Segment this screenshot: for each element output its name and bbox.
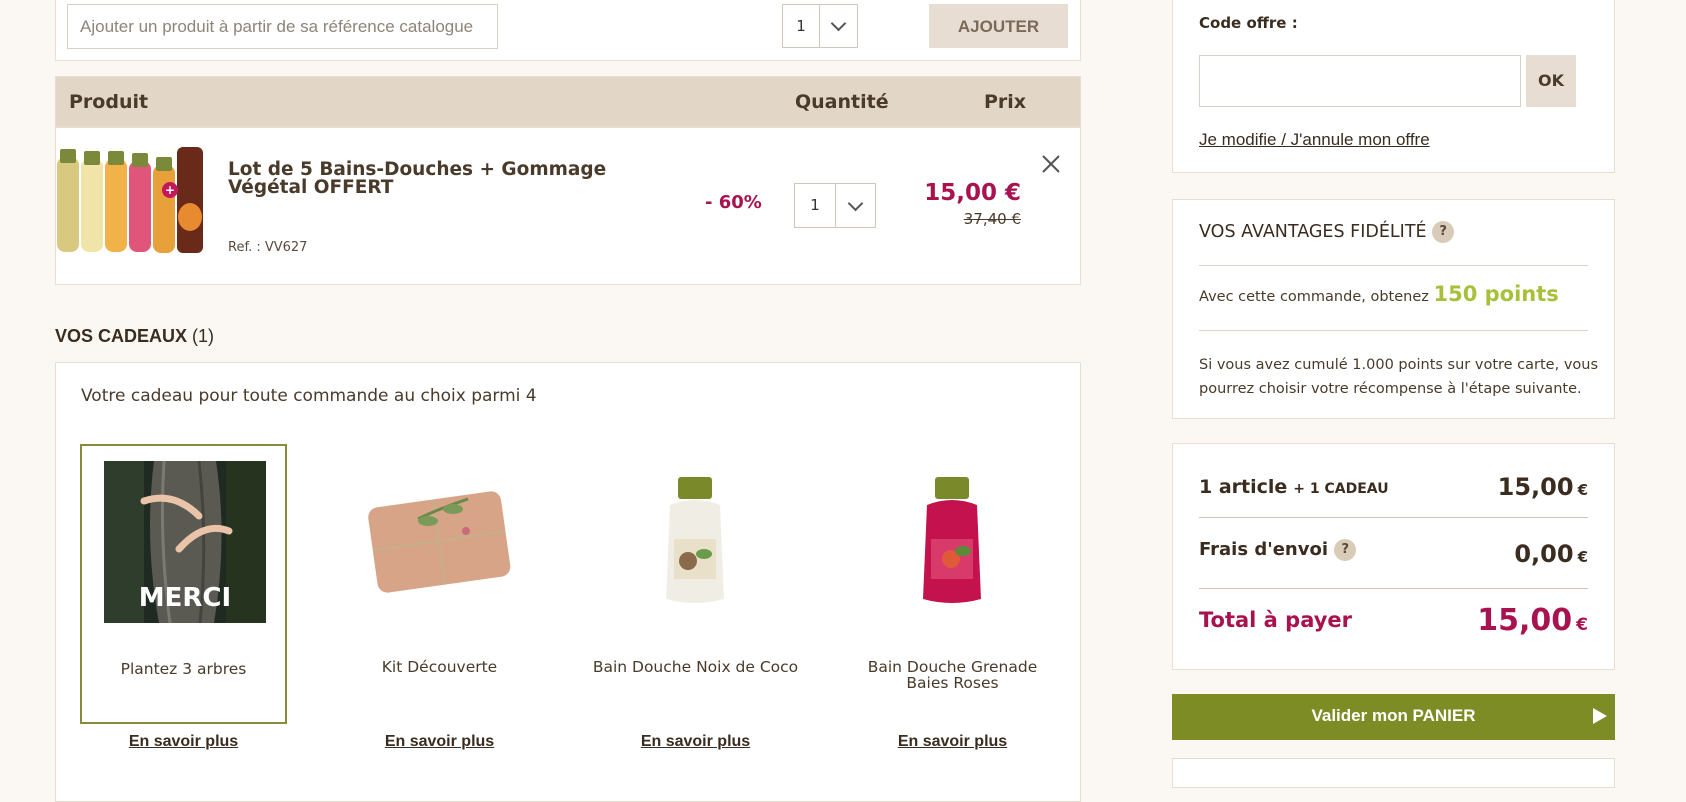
product-ref: Ref. : VV627: [228, 240, 308, 255]
gift-card-discovery-kit[interactable]: Kit Découverte: [336, 444, 543, 724]
loyalty-title: VOS AVANTAGES FIDÉLITÉ ?: [1199, 221, 1455, 243]
offer-code-input[interactable]: [1199, 55, 1521, 107]
gift-image-caption: MERCI: [139, 583, 231, 613]
divider: [1199, 265, 1588, 266]
gift-name: Kit Découverte: [381, 658, 498, 676]
help-icon[interactable]: ?: [1432, 221, 1455, 243]
validate-cart-label: Valider mon PANIER: [1311, 706, 1476, 725]
gift-image-coconut: [666, 477, 724, 603]
gift-name: Bain Douche Noix de Coco: [592, 658, 799, 676]
product-name[interactable]: Lot de 5 Bains-Douches + Gommage Végétal…: [228, 160, 658, 197]
gift-card-coconut-shower[interactable]: Bain Douche Noix de Coco: [592, 444, 799, 724]
add-qty-select[interactable]: 1: [782, 4, 858, 48]
gift-note: + 1 CADEAU: [1293, 481, 1389, 497]
loyalty-text-label: Avec cette commande, obtenez: [1199, 289, 1429, 305]
discount-badge: - 60%: [705, 192, 762, 213]
gift-more-link[interactable]: En savoir plus: [336, 733, 543, 751]
svg-text:+: +: [165, 183, 175, 197]
gifts-title-text: VOS CADEAUX: [55, 326, 188, 346]
add-qty-value: 1: [783, 5, 820, 47]
total-label: Total à payer: [1199, 608, 1353, 632]
chevron-down-icon[interactable]: [820, 5, 857, 47]
shipping-label-text: Frais d'envoi: [1199, 539, 1329, 560]
offer-label: Code offre :: [1199, 14, 1298, 32]
close-icon[interactable]: [1038, 151, 1064, 177]
gift-more-link[interactable]: En savoir plus: [849, 733, 1056, 751]
currency-symbol: €: [1576, 615, 1588, 635]
gift-image-trees: MERCI: [104, 461, 266, 623]
shipping-value: 0,00: [1514, 540, 1574, 568]
total-value: 15,00: [1477, 603, 1573, 638]
help-icon[interactable]: ?: [1334, 539, 1357, 561]
catalog-ref-input[interactable]: Ajouter un produit à partir de sa référe…: [67, 4, 498, 49]
gift-more-link[interactable]: En savoir plus: [592, 733, 799, 751]
subtotal-amount: 15,00 €: [1430, 473, 1588, 501]
offer-modify-link[interactable]: Je modifie / J'annule mon offre: [1199, 130, 1430, 150]
item-qty-select[interactable]: 1: [794, 183, 876, 228]
currency-symbol: €: [1577, 481, 1588, 499]
header-price: Prix: [984, 91, 1027, 113]
cart-table-header: Produit Quantité Prix: [55, 76, 1081, 127]
divider: [1199, 588, 1588, 589]
articles-label: 1 article: [1199, 476, 1288, 498]
gift-more-link[interactable]: En savoir plus: [80, 733, 287, 751]
divider: [1199, 330, 1588, 331]
add-button[interactable]: AJOUTER: [929, 4, 1068, 48]
chevron-down-icon[interactable]: [836, 184, 875, 227]
play-arrow-icon: [1593, 708, 1607, 724]
articles-count: 1 article + 1 CADEAU: [1199, 476, 1389, 498]
gift-card-pomegranate-shower[interactable]: Bain Douche Grenade Baies Roses: [849, 444, 1056, 724]
loyalty-text: Avec cette commande, obtenez 150 points: [1199, 282, 1559, 306]
header-product: Produit: [69, 91, 149, 113]
divider: [1199, 517, 1588, 518]
gift-image-kit: [368, 491, 511, 593]
validate-cart-button[interactable]: Valider mon PANIER: [1172, 694, 1615, 740]
header-quantity: Quantité: [795, 91, 889, 113]
currency-symbol: €: [1577, 548, 1588, 566]
loyalty-note: Si vous avez cumulé 1.000 points sur vot…: [1199, 357, 1599, 397]
gift-image-pomegranate: [923, 477, 981, 603]
loyalty-title-text: VOS AVANTAGES FIDÉLITÉ: [1199, 222, 1427, 242]
gift-name: Plantez 3 arbres: [120, 660, 247, 678]
item-price: 15,00 €: [924, 180, 1021, 206]
gifts-intro: Votre cadeau pour toute commande au choi…: [81, 386, 537, 406]
gifts-title: VOS CADEAUX (1): [55, 326, 214, 347]
shipping-amount: 0,00 €: [1430, 540, 1588, 568]
offer-ok-button[interactable]: OK: [1526, 55, 1576, 107]
subtotal-value: 15,00: [1497, 473, 1574, 501]
item-qty-value: 1: [795, 184, 836, 227]
gifts-count: (1): [192, 326, 215, 346]
payment-methods-panel: [1172, 758, 1615, 788]
item-old-price: 37,40 €: [963, 210, 1021, 228]
loyalty-points: 150 points: [1433, 282, 1559, 306]
shipping-label: Frais d'envoi ?: [1199, 539, 1357, 561]
product-image[interactable]: +: [57, 147, 214, 261]
gift-name: Bain Douche Grenade Baies Roses: [867, 658, 1038, 692]
gift-card-plant-trees[interactable]: MERCI Plantez 3 arbres: [80, 444, 287, 724]
total-amount: 15,00 €: [1430, 603, 1588, 638]
